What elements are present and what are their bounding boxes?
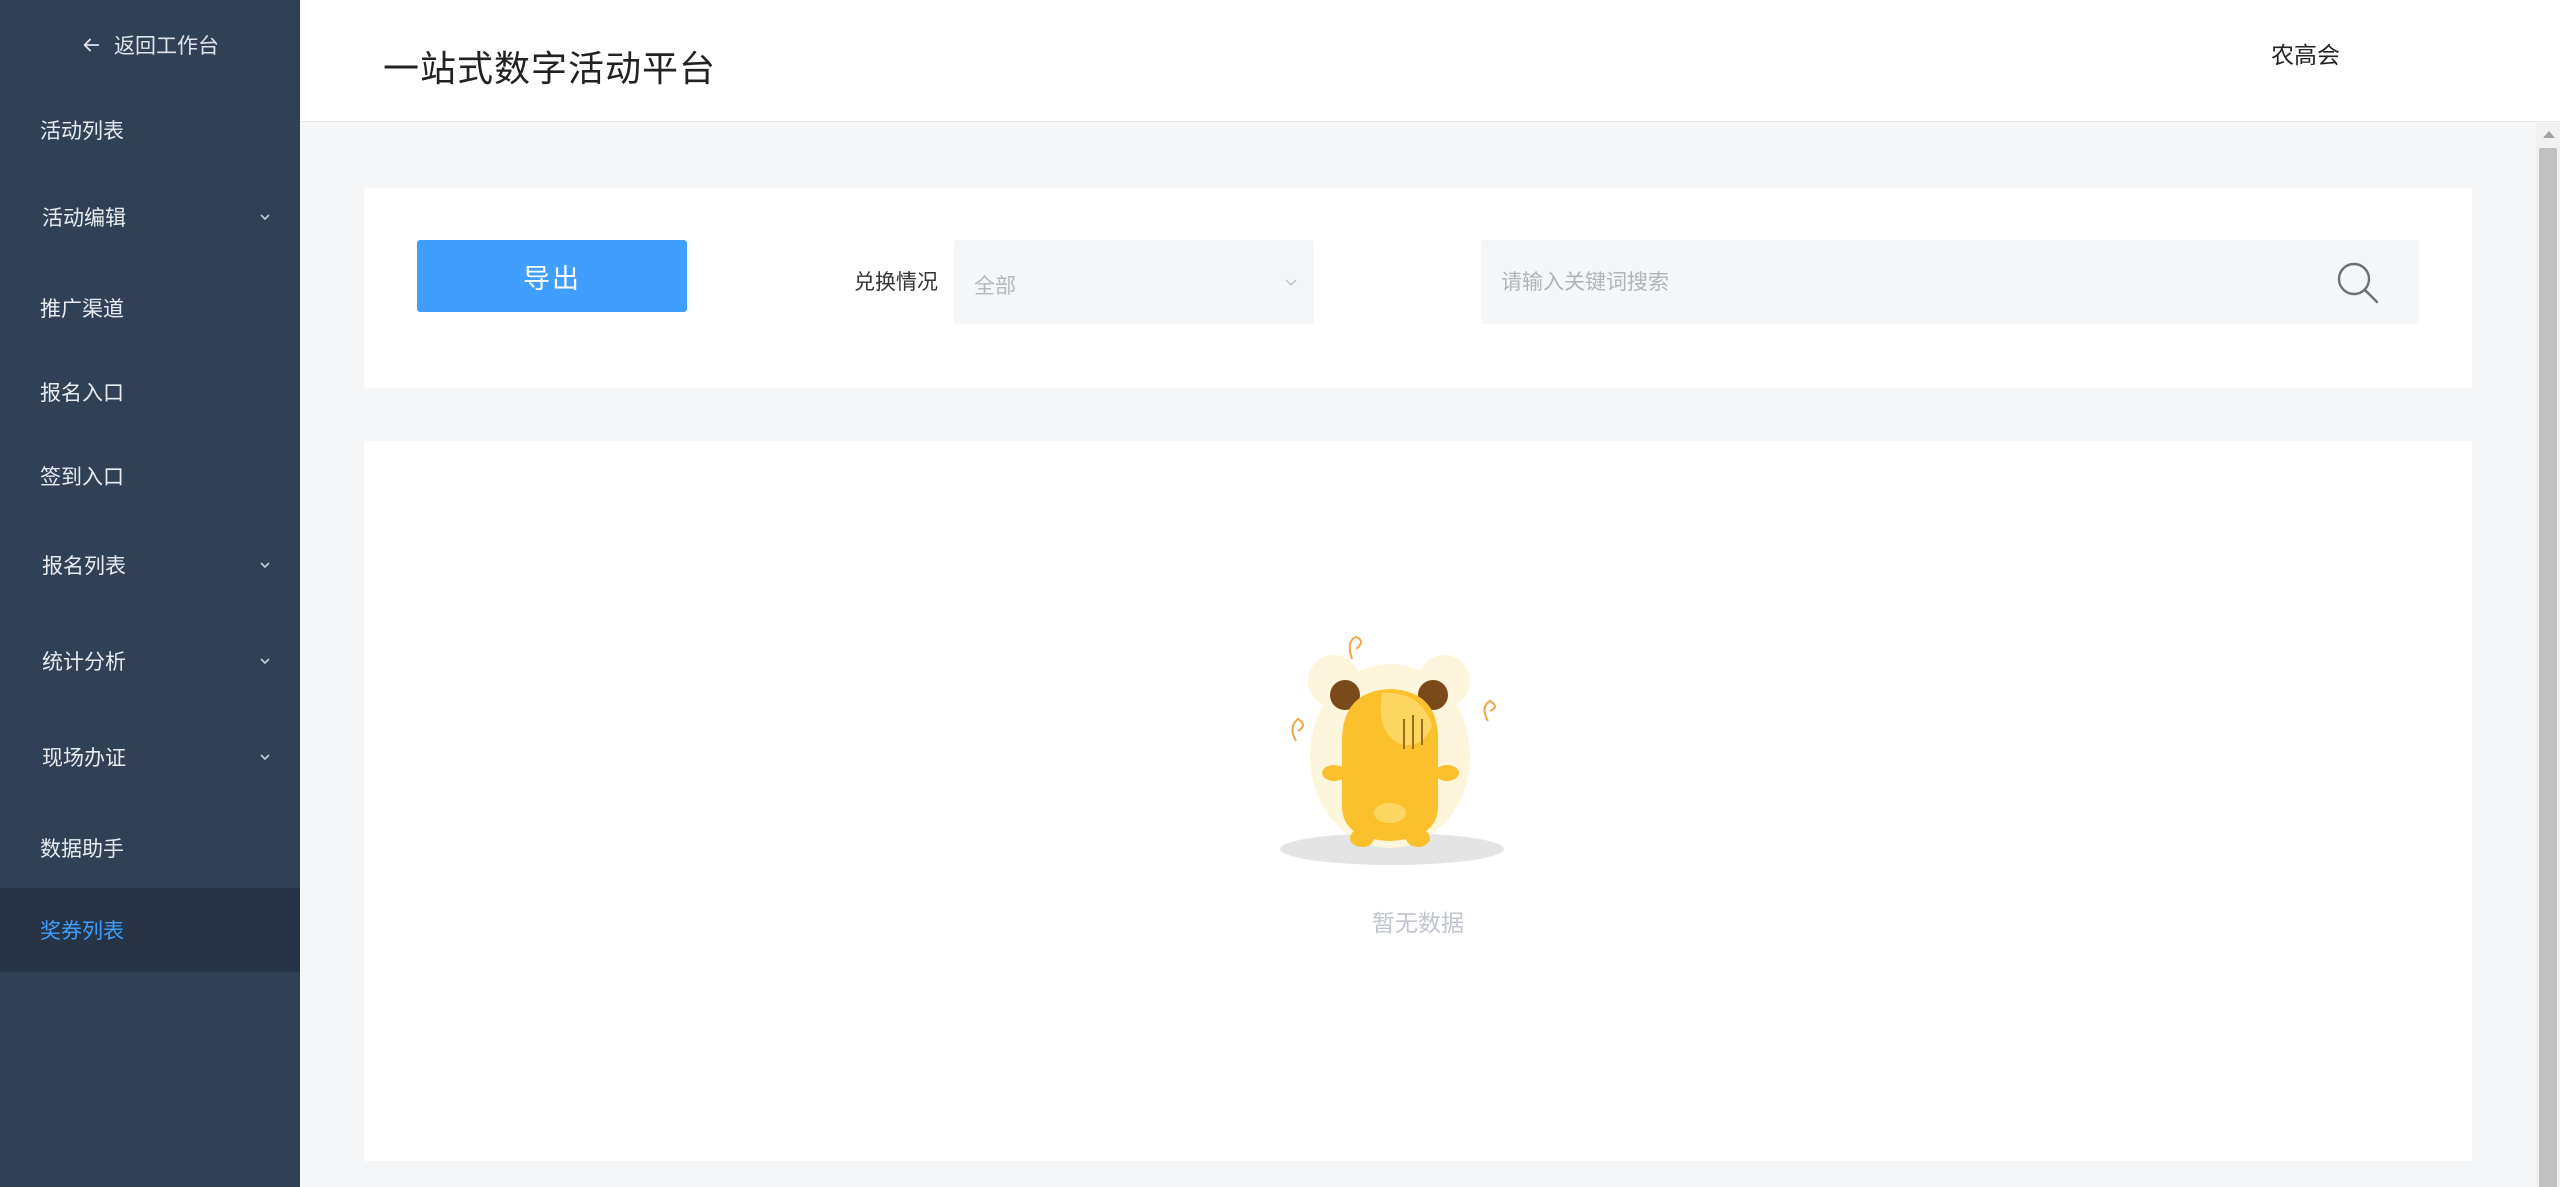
- sidebar-item-data-assistant[interactable]: 数据助手: [0, 818, 300, 878]
- back-label: 返回工作台: [114, 34, 219, 58]
- sidebar-item-promotion-channel[interactable]: 推广渠道: [0, 278, 300, 338]
- sidebar-item-label: 报名入口: [40, 381, 124, 405]
- sidebar-item-statistics[interactable]: 统计分析: [0, 628, 300, 694]
- arrow-left-icon: [83, 38, 100, 52]
- vertical-scrollbar[interactable]: [2536, 123, 2560, 1187]
- top-header: 一站式数字活动平台 农高会: [300, 0, 2560, 122]
- sidebar-item-checkin-entry[interactable]: 签到入口: [0, 446, 300, 506]
- search-box: [1481, 240, 2419, 324]
- empty-hamster-illustration: [1280, 635, 1504, 865]
- sidebar-item-label: 统计分析: [42, 650, 126, 674]
- sidebar-item-registration-entry[interactable]: 报名入口: [0, 362, 300, 422]
- search-input[interactable]: [1481, 240, 2301, 324]
- filter-panel: 导出 兑换情况 全部: [364, 188, 2472, 388]
- sidebar-item-label: 现场办证: [42, 746, 126, 770]
- search-icon[interactable]: [2333, 258, 2383, 308]
- sidebar-item-label: 数据助手: [40, 837, 124, 861]
- sidebar-item-label: 签到入口: [40, 465, 124, 489]
- chevron-down-icon: [1285, 279, 1297, 287]
- sidebar-item-label: 活动列表: [40, 119, 124, 143]
- chevron-down-icon: [260, 658, 270, 665]
- page-title: 一站式数字活动平台: [383, 49, 717, 90]
- sidebar-item-registration-list[interactable]: 报名列表: [0, 532, 300, 598]
- sidebar: 返回工作台 活动列表 活动编辑 推广渠道 报名入口 签到入口 报名列表 统计分析…: [0, 0, 300, 1187]
- app: 返回工作台 活动列表 活动编辑 推广渠道 报名入口 签到入口 报名列表 统计分析…: [0, 0, 2560, 1187]
- content-panel: 暂无数据: [364, 441, 2472, 1161]
- scrollbar-thumb[interactable]: [2539, 148, 2557, 1187]
- sidebar-item-onsite-badge[interactable]: 现场办证: [0, 724, 300, 790]
- redeem-status-select[interactable]: 全部: [954, 240, 1314, 324]
- sidebar-item-label: 推广渠道: [40, 297, 124, 321]
- sidebar-item-activity-list[interactable]: 活动列表: [0, 100, 300, 160]
- chevron-down-icon: [260, 214, 270, 221]
- sidebar-item-activity-edit[interactable]: 活动编辑: [0, 184, 300, 250]
- empty-state-text: 暂无数据: [1372, 911, 1464, 937]
- sidebar-item-label: 奖券列表: [40, 919, 124, 943]
- chevron-down-icon: [260, 754, 270, 761]
- scroll-up-arrow-icon[interactable]: [2543, 131, 2555, 138]
- redeem-status-label: 兑换情况: [854, 270, 938, 294]
- sidebar-item-label: 活动编辑: [42, 206, 126, 230]
- user-name[interactable]: 农高会: [2271, 36, 2340, 70]
- redeem-status-value: 全部: [974, 274, 1016, 298]
- chevron-down-icon: [260, 562, 270, 569]
- back-to-workbench-link[interactable]: 返回工作台: [80, 30, 219, 60]
- export-button[interactable]: 导出: [417, 240, 687, 312]
- sidebar-item-label: 报名列表: [42, 554, 126, 578]
- sidebar-item-coupon-list[interactable]: 奖券列表: [0, 888, 300, 972]
